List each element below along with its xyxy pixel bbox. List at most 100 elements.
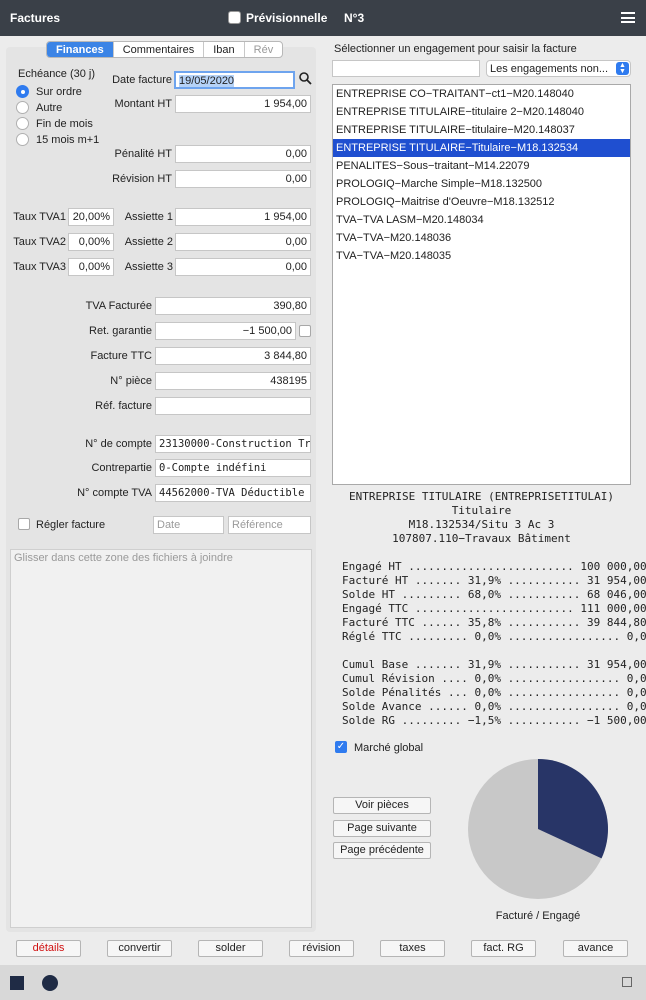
contrepartie-label: Contrepartie [91,462,152,474]
summary-line: Solde RG ......... −1,5% ........... −1 … [342,714,646,727]
window-resize-icon[interactable] [622,977,632,987]
penalite-input[interactable]: 0,00 [175,145,311,163]
engagement-search-input[interactable] [332,60,480,77]
tab-rev[interactable]: Rév [245,42,283,57]
num-piece-label: N° pièce [110,375,152,387]
regler-facture-label: Régler facture [36,519,106,531]
assiette1-input[interactable]: 1 954,00 [175,208,311,226]
assiette3-label: Assiette 3 [124,261,173,273]
taux-tva3-input[interactable]: 0,00% [68,258,114,276]
list-item[interactable]: TVA−TVA−M20.148035 [333,247,630,265]
radio-fin-de-mois[interactable] [16,117,29,130]
previsionnelle-checkbox[interactable] [228,11,241,24]
revision-button[interactable]: révision [289,940,354,957]
ret-garantie-label: Ret. garantie [89,325,152,337]
search-icon[interactable] [299,72,313,86]
ref-facture-input[interactable] [155,397,311,415]
record-icon[interactable] [42,975,58,991]
ref-facture-label: Réf. facture [95,400,152,412]
engagement-list[interactable]: ENTREPRISE CO−TRAITANT−ct1−M20.148040 EN… [332,84,631,485]
pie-label: Facturé / Engagé [495,910,581,922]
assiette1-label: Assiette 1 [124,211,173,223]
list-item[interactable]: PENALITES−Sous−traitant−M14.22079 [333,157,630,175]
convertir-button[interactable]: convertir [107,940,172,957]
num-compte-input[interactable]: 23130000-Construction Travau [155,435,311,453]
engagement-filter-select[interactable]: Les engagements non... ▲ ▼ [486,60,631,77]
num-piece-input[interactable]: 438195 [155,372,311,390]
assiette2-label: Assiette 2 [124,236,173,248]
tab-bar: Finances Commentaires Iban Rév [46,41,284,58]
list-item[interactable]: ENTREPRISE TITULAIRE−titulaire 2−M20.148… [333,103,630,121]
revision-label: Révision HT [112,173,172,185]
hamburger-menu-icon[interactable] [621,12,635,23]
compte-tva-input[interactable]: 44562000-TVA Déductible sur I [155,484,311,502]
voir-pieces-button[interactable]: Voir pièces [333,797,431,814]
montant-ht-label: Montant HT [114,98,172,110]
facture-ttc-input[interactable]: 3 844,80 [155,347,311,365]
num-compte-label: N° de compte [85,438,152,450]
summary-line: Réglé TTC ......... 0,0% ...............… [342,630,646,643]
list-item-selected[interactable]: ENTREPRISE TITULAIRE−Titulaire−M18.13253… [333,139,630,157]
engagement-title: Sélectionner un engagement pour saisir l… [334,43,577,55]
status-bar [0,965,646,1000]
dropzone-hint: Glisser dans cette zone des fichiers à j… [14,552,233,564]
marche-global-checkbox[interactable]: ✓ [335,741,347,753]
date-facture-label: Date facture [112,74,172,86]
taux-tva1-input[interactable]: 20,00% [68,208,114,226]
taux-tva2-input[interactable]: 0,00% [68,233,114,251]
window-title: Factures [10,11,61,25]
date-facture-input[interactable]: 19/05/2020 [174,71,295,89]
taux-tva3-label: Taux TVA3 [13,261,66,273]
facture-engage-pie-chart [468,759,608,899]
radio-sur-ordre[interactable] [16,85,29,98]
date-facture-value: 19/05/2020 [179,75,235,87]
summary-line: Cumul Base ....... 31,9% ........... 31 … [342,658,646,671]
list-item[interactable]: TVA−TVA−M20.148036 [333,229,630,247]
detail-marche: M18.132534/Situ 3 Ac 3 [408,518,555,531]
taxes-button[interactable]: taxes [380,940,445,957]
list-item[interactable]: PROLOGIQ−Marche Simple−M18.132500 [333,175,630,193]
taux-tva2-label: Taux TVA2 [13,236,66,248]
tab-finances[interactable]: Finances [47,42,114,57]
list-item[interactable]: ENTREPRISE TITULAIRE−titulaire−M20.14803… [333,121,630,139]
regler-date-input[interactable]: Date [153,516,224,534]
previsionnelle-label: Prévisionnelle [246,11,328,25]
page-suivante-button[interactable]: Page suivante [333,820,431,837]
regler-facture-checkbox[interactable] [18,518,30,530]
radio-label: Sur ordre [36,86,82,98]
summary-line: Solde HT ......... 68,0% ........... 68 … [342,588,646,601]
page-precedente-button[interactable]: Page précédente [333,842,431,859]
revision-input[interactable]: 0,00 [175,170,311,188]
invoice-number: N°3 [344,11,365,25]
title-bar: Factures Prévisionnelle N°3 [0,0,646,36]
tab-commentaires[interactable]: Commentaires [114,42,205,57]
engagement-filter-value: Les engagements non... [490,63,609,75]
radio-15-mois[interactable] [16,133,29,146]
list-item[interactable]: TVA−TVA LASM−M20.148034 [333,211,630,229]
montant-ht-input[interactable]: 1 954,00 [175,95,311,113]
summary-line: Facturé HT ....... 31,9% ........... 31 … [342,574,646,587]
regler-reference-input[interactable]: Référence [228,516,311,534]
list-item[interactable]: ENTREPRISE CO−TRAITANT−ct1−M20.148040 [333,85,630,103]
avance-button[interactable]: avance [563,940,628,957]
ret-garantie-checkbox[interactable] [299,325,311,337]
radio-autre[interactable] [16,101,29,114]
summary-line: Engagé TTC ........................ 111 … [342,602,646,615]
stop-icon[interactable] [10,976,24,990]
detail-role: Titulaire [451,504,512,517]
assiette3-input[interactable]: 0,00 [175,258,311,276]
tva-facturee-input[interactable]: 390,80 [155,297,311,315]
tab-iban[interactable]: Iban [204,42,245,57]
assiette2-input[interactable]: 0,00 [175,233,311,251]
summary-line: Cumul Révision .... 0,0% ...............… [342,672,646,685]
ret-garantie-input[interactable]: −1 500,00 [155,322,296,340]
radio-label: Fin de mois [36,118,93,130]
contrepartie-input[interactable]: 0-Compte indéfini [155,459,311,477]
details-button[interactable]: détails [16,940,81,957]
list-item[interactable]: PROLOGIQ−Maitrise d'Oeuvre−M18.132512 [333,193,630,211]
penalite-label: Pénalité HT [114,148,172,160]
fact-rg-button[interactable]: fact. RG [471,940,536,957]
solder-button[interactable]: solder [198,940,263,957]
file-drop-zone[interactable]: Glisser dans cette zone des fichiers à j… [10,549,312,928]
radio-label: Autre [36,102,63,114]
